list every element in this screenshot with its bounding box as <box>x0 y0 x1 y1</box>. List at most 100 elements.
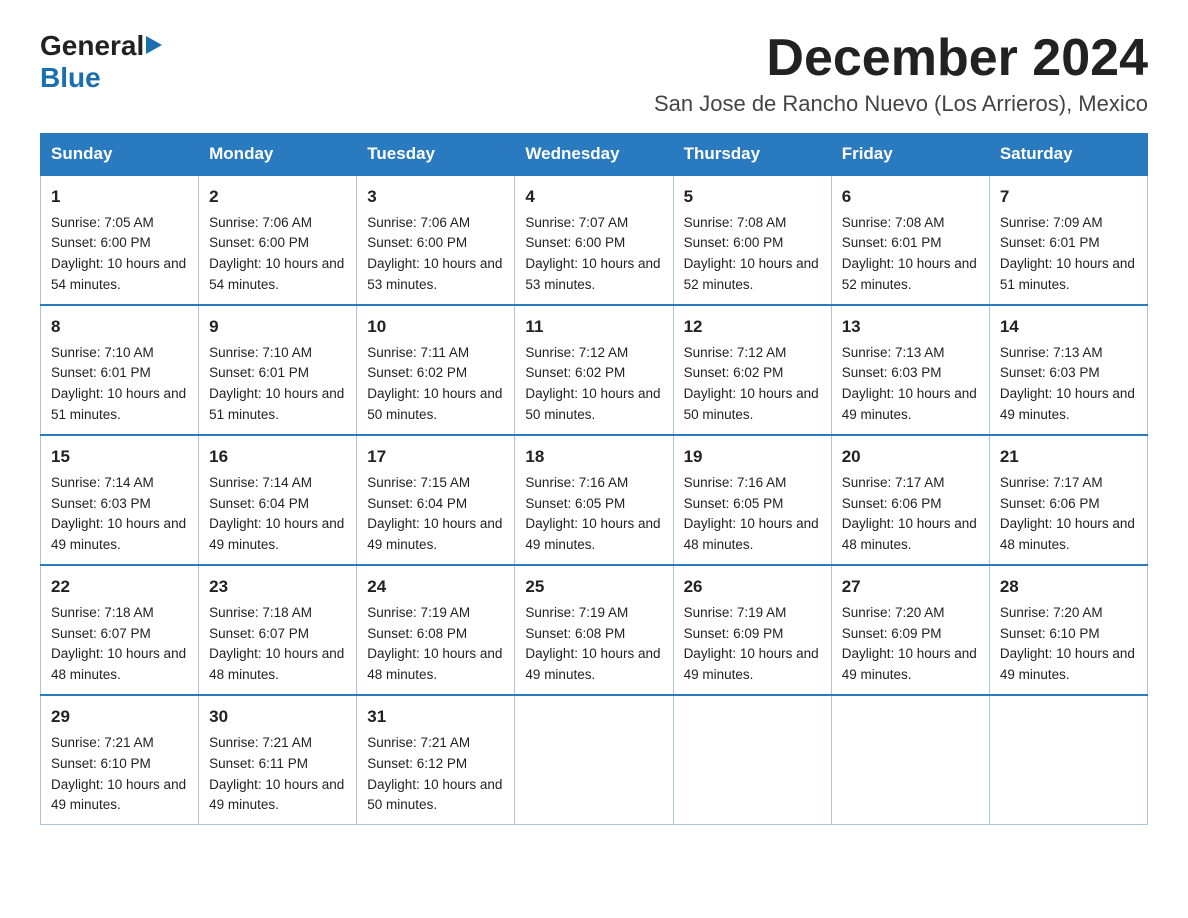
day-number: 4 <box>525 184 662 210</box>
day-number: 31 <box>367 704 504 730</box>
calendar-cell: 22Sunrise: 7:18 AMSunset: 6:07 PMDayligh… <box>41 565 199 695</box>
daylight-label: Daylight: 10 hours and 48 minutes. <box>684 516 819 552</box>
day-number: 25 <box>525 574 662 600</box>
day-number: 30 <box>209 704 346 730</box>
daylight-label: Daylight: 10 hours and 49 minutes. <box>209 777 344 813</box>
calendar-cell: 4Sunrise: 7:07 AMSunset: 6:00 PMDaylight… <box>515 175 673 305</box>
calendar-cell: 14 Sunrise: 7:13 AM Sunset: 6:03 PM Dayligh… <box>989 305 1147 435</box>
sunset-label: Sunset: 6:11 PM <box>209 756 308 771</box>
calendar-cell <box>673 695 831 825</box>
sunset-label: Sunset: 6:02 PM <box>525 365 625 380</box>
calendar-cell: 19Sunrise: 7:16 AMSunset: 6:05 PMDayligh… <box>673 435 831 565</box>
daylight-label: Daylight: 10 hours and 54 minutes. <box>209 256 344 292</box>
day-number: 29 <box>51 704 188 730</box>
daylight-label: Daylight: 10 hours and 50 minutes. <box>367 386 502 422</box>
sunset-label: Sunset: 6:00 PM <box>525 235 625 250</box>
day-number: 5 <box>684 184 821 210</box>
daylight-label: Daylight: 10 hours and 50 minutes. <box>684 386 819 422</box>
day-number: 14 <box>1000 314 1137 340</box>
daylight-label: Daylight: 10 hours and 48 minutes. <box>1000 516 1135 552</box>
location-subtitle: San Jose de Rancho Nuevo (Los Arrieros),… <box>654 91 1148 117</box>
header-saturday: Saturday <box>989 134 1147 176</box>
sunrise-label: Sunrise: 7:13 AM <box>842 345 945 360</box>
day-number: 28 <box>1000 574 1137 600</box>
sunset-label: Sunset: 6:00 PM <box>51 235 151 250</box>
daylight-label: Daylight: 10 hours and 48 minutes. <box>842 516 977 552</box>
sunrise-label: Sunrise: 7:20 AM <box>842 605 945 620</box>
daylight-label: Daylight: 10 hours and 49 minutes. <box>1000 646 1135 682</box>
calendar-cell: 13Sunrise: 7:13 AMSunset: 6:03 PMDayligh… <box>831 305 989 435</box>
sunrise-label: Sunrise: 7:16 AM <box>525 475 628 490</box>
calendar-header-row: SundayMondayTuesdayWednesdayThursdayFrid… <box>41 134 1148 176</box>
daylight-label: Daylight: 10 hours and 51 minutes. <box>1000 256 1135 292</box>
sunrise-label: Sunrise: 7:16 AM <box>684 475 787 490</box>
header-thursday: Thursday <box>673 134 831 176</box>
sunrise-label: Sunrise: 7:05 AM <box>51 215 154 230</box>
sunset-label: Sunset: 6:01 PM <box>209 365 309 380</box>
day-number: 3 <box>367 184 504 210</box>
sunset-label: Sunset: 6:06 PM <box>842 496 942 511</box>
daylight-label: Daylight: 10 hours and 51 minutes. <box>51 386 186 422</box>
daylight-label: Daylight: 10 hours and 49 minutes. <box>684 646 819 682</box>
sunset-label: Sunset: 6:01 PM <box>51 365 151 380</box>
day-number: 10 <box>367 314 504 340</box>
calendar-cell: 8Sunrise: 7:10 AMSunset: 6:01 PMDaylight… <box>41 305 199 435</box>
day-number: 1 <box>51 184 188 210</box>
calendar-cell: 24Sunrise: 7:19 AMSunset: 6:08 PMDayligh… <box>357 565 515 695</box>
title-block: December 2024 San Jose de Rancho Nuevo (… <box>654 30 1148 117</box>
calendar-cell: 6Sunrise: 7:08 AMSunset: 6:01 PMDaylight… <box>831 175 989 305</box>
calendar-cell: 12Sunrise: 7:12 AMSunset: 6:02 PMDayligh… <box>673 305 831 435</box>
header-tuesday: Tuesday <box>357 134 515 176</box>
calendar-cell <box>515 695 673 825</box>
calendar-cell <box>989 695 1147 825</box>
sunset-label: Sunset: 6:08 PM <box>367 626 467 641</box>
calendar-table: SundayMondayTuesdayWednesdayThursdayFrid… <box>40 133 1148 825</box>
sunrise-label: Sunrise: 7:13 AM <box>1000 345 1103 360</box>
sunrise-label: Sunrise: 7:06 AM <box>367 215 470 230</box>
sunrise-label: Sunrise: 7:14 AM <box>51 475 154 490</box>
daylight-label: Daylight: 10 hours and 52 minutes. <box>684 256 819 292</box>
sunset-label: Sunset: 6:07 PM <box>51 626 151 641</box>
daylight-label: Daylight: 10 hours and 49 minutes. <box>1000 386 1135 422</box>
daylight-label: Daylight: 10 hours and 53 minutes. <box>525 256 660 292</box>
header-friday: Friday <box>831 134 989 176</box>
daylight-label: Daylight: 10 hours and 53 minutes. <box>367 256 502 292</box>
calendar-cell: 31Sunrise: 7:21 AMSunset: 6:12 PMDayligh… <box>357 695 515 825</box>
sunset-label: Sunset: 6:09 PM <box>842 626 942 641</box>
daylight-label: Daylight: 10 hours and 49 minutes. <box>525 516 660 552</box>
sunset-label: Sunset: 6:12 PM <box>367 756 467 771</box>
day-number: 13 <box>842 314 979 340</box>
day-number: 18 <box>525 444 662 470</box>
sunset-label: Sunset: 6:01 PM <box>1000 235 1100 250</box>
sunset-label: Sunset: 6:03 PM <box>842 365 942 380</box>
day-number: 21 <box>1000 444 1137 470</box>
calendar-cell: 17Sunrise: 7:15 AMSunset: 6:04 PMDayligh… <box>357 435 515 565</box>
sunrise-label: Sunrise: 7:18 AM <box>209 605 312 620</box>
calendar-cell: 20Sunrise: 7:17 AMSunset: 6:06 PMDayligh… <box>831 435 989 565</box>
day-number: 16 <box>209 444 346 470</box>
sunset-label: Sunset: 6:03 PM <box>1000 365 1100 380</box>
daylight-label: Daylight: 10 hours and 48 minutes. <box>209 646 344 682</box>
sunrise-label: Sunrise: 7:12 AM <box>525 345 628 360</box>
calendar-week-row: 1 Sunrise: 7:05 AM Sunset: 6:00 PM Daylight… <box>41 175 1148 305</box>
day-number: 6 <box>842 184 979 210</box>
sunset-label: Sunset: 6:02 PM <box>367 365 467 380</box>
sunrise-label: Sunrise: 7:15 AM <box>367 475 470 490</box>
day-number: 15 <box>51 444 188 470</box>
calendar-cell: 28Sunrise: 7:20 AMSunset: 6:10 PMDayligh… <box>989 565 1147 695</box>
calendar-cell: 30Sunrise: 7:21 AMSunset: 6:11 PMDayligh… <box>199 695 357 825</box>
daylight-label: Daylight: 10 hours and 50 minutes. <box>367 777 502 813</box>
daylight-label: Daylight: 10 hours and 49 minutes. <box>367 516 502 552</box>
sunrise-label: Sunrise: 7:18 AM <box>51 605 154 620</box>
sunset-label: Sunset: 6:05 PM <box>525 496 625 511</box>
day-number: 2 <box>209 184 346 210</box>
day-number: 7 <box>1000 184 1137 210</box>
daylight-label: Daylight: 10 hours and 52 minutes. <box>842 256 977 292</box>
calendar-cell: 23Sunrise: 7:18 AMSunset: 6:07 PMDayligh… <box>199 565 357 695</box>
calendar-cell: 7 Sunrise: 7:09 AM Sunset: 6:01 PM Daylight… <box>989 175 1147 305</box>
sunrise-label: Sunrise: 7:08 AM <box>842 215 945 230</box>
calendar-cell: 3Sunrise: 7:06 AMSunset: 6:00 PMDaylight… <box>357 175 515 305</box>
sunrise-label: Sunrise: 7:21 AM <box>51 735 154 750</box>
sunrise-label: Sunrise: 7:09 AM <box>1000 215 1103 230</box>
sunset-label: Sunset: 6:10 PM <box>51 756 151 771</box>
